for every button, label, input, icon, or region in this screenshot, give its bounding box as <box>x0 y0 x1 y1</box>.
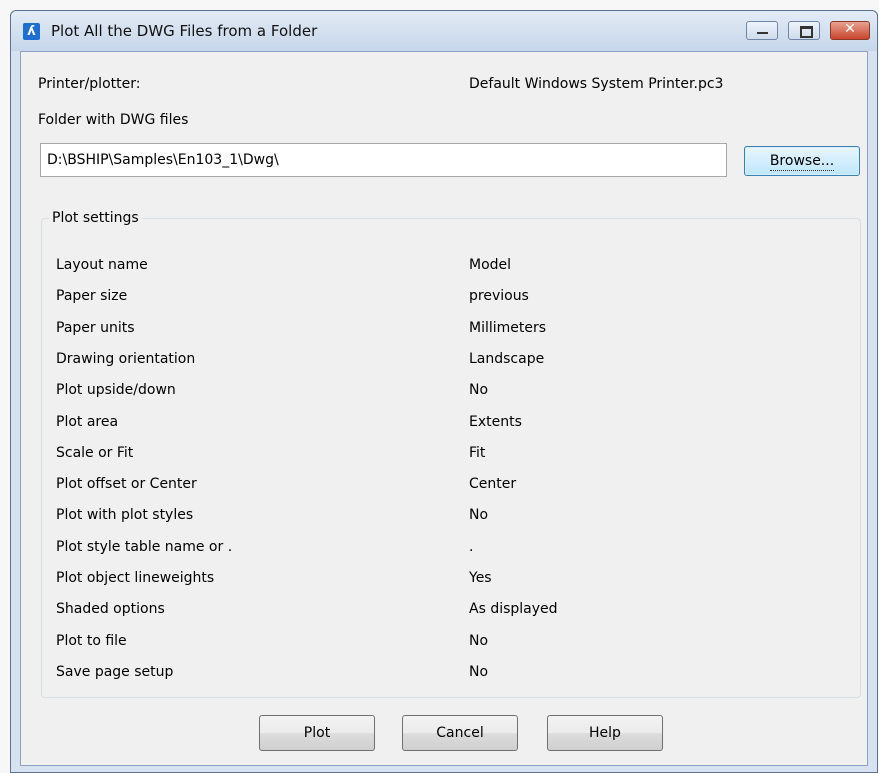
close-button[interactable]: ✕ <box>830 21 870 40</box>
setting-value: Landscape <box>469 350 545 367</box>
settings-row: Plot offset or Center Center <box>42 475 860 493</box>
setting-value: No <box>469 632 489 649</box>
setting-value: No <box>469 663 489 680</box>
dialog-window: ʎ Plot All the DWG Files from a Folder ✕… <box>10 10 878 773</box>
settings-row: Scale or Fit Fit <box>42 444 860 462</box>
settings-row: Layout name Model <box>42 256 860 274</box>
setting-name: Drawing orientation <box>56 350 196 367</box>
plot-settings-group: Plot settings Layout name Model Paper size… <box>41 209 861 698</box>
setting-name: Plot area <box>56 413 119 430</box>
browse-button-label: Browse... <box>769 153 835 171</box>
setting-name: Plot to file <box>56 632 127 649</box>
title-bar[interactable]: ʎ Plot All the DWG Files from a Folder ✕ <box>11 11 877 51</box>
minimize-icon <box>757 32 768 34</box>
setting-value: Extents <box>469 413 522 430</box>
settings-row: Plot style table name or .. <box>42 538 860 556</box>
setting-value: Millimeters <box>469 319 547 336</box>
minimize-button[interactable] <box>746 21 778 40</box>
setting-name: Scale or Fit <box>56 444 134 461</box>
settings-row: Drawing orientation Landscape <box>42 350 860 368</box>
settings-row: Plot upside/down No <box>42 381 860 399</box>
plot-settings-title: Plot settings <box>49 209 142 227</box>
setting-name: Plot with plot styles <box>56 507 194 524</box>
setting-name: Layout name <box>56 257 148 273</box>
setting-value: Center <box>469 476 517 493</box>
help-button[interactable]: Help <box>547 715 663 751</box>
setting-name: Save page setup <box>56 663 174 680</box>
setting-name: Plot offset or Center <box>56 476 197 493</box>
maximize-button[interactable] <box>788 21 820 40</box>
browse-button[interactable]: Browse... <box>744 146 860 176</box>
printer-label: Printer/plotter: <box>38 76 141 92</box>
window-title: Plot All the DWG Files from a Folder <box>51 22 318 40</box>
settings-row: Plot area Extents <box>42 413 860 431</box>
setting-name: Plot style table name or . <box>56 538 233 555</box>
setting-name: Paper size <box>56 288 128 305</box>
settings-row: Save page setup No <box>42 663 860 681</box>
setting-value: Fit <box>469 444 486 461</box>
settings-row: Plot to file No <box>42 632 860 650</box>
setting-value: Yes <box>469 570 492 586</box>
printer-value: Default Windows System Printer.pc3 <box>469 76 724 92</box>
plot-button[interactable]: Plot <box>259 715 375 751</box>
settings-row: Shaded options As displayed <box>42 600 860 618</box>
maximize-icon <box>800 26 813 38</box>
settings-row: Plot with plot styles No <box>42 506 860 524</box>
setting-name: Paper units <box>56 319 135 336</box>
settings-row: Paper size previous <box>42 287 860 305</box>
setting-value: Model <box>469 257 512 273</box>
cancel-button[interactable]: Cancel <box>402 715 518 751</box>
setting-name: Plot upside/down <box>56 382 176 399</box>
folder-label: Folder with DWG files <box>38 112 189 128</box>
dialog-body: Printer/plotter: Default Windows System … <box>20 51 868 766</box>
setting-value: No <box>469 507 489 524</box>
folder-path-input[interactable]: D:\BSHIP\Samples\En103_1\Dwg\ <box>40 143 727 177</box>
setting-name: Shaded options <box>56 601 165 618</box>
setting-value: previous <box>469 288 529 305</box>
setting-name: Plot object lineweights <box>56 570 215 586</box>
setting-value: No <box>469 382 489 399</box>
setting-value: . <box>469 538 474 555</box>
settings-row: Plot object lineweights Yes <box>42 569 860 587</box>
close-icon: ✕ <box>844 21 856 37</box>
bricscad-icon: ʎ <box>23 23 40 40</box>
settings-row: Paper units Millimeters <box>42 319 860 337</box>
setting-value: As displayed <box>469 601 558 618</box>
